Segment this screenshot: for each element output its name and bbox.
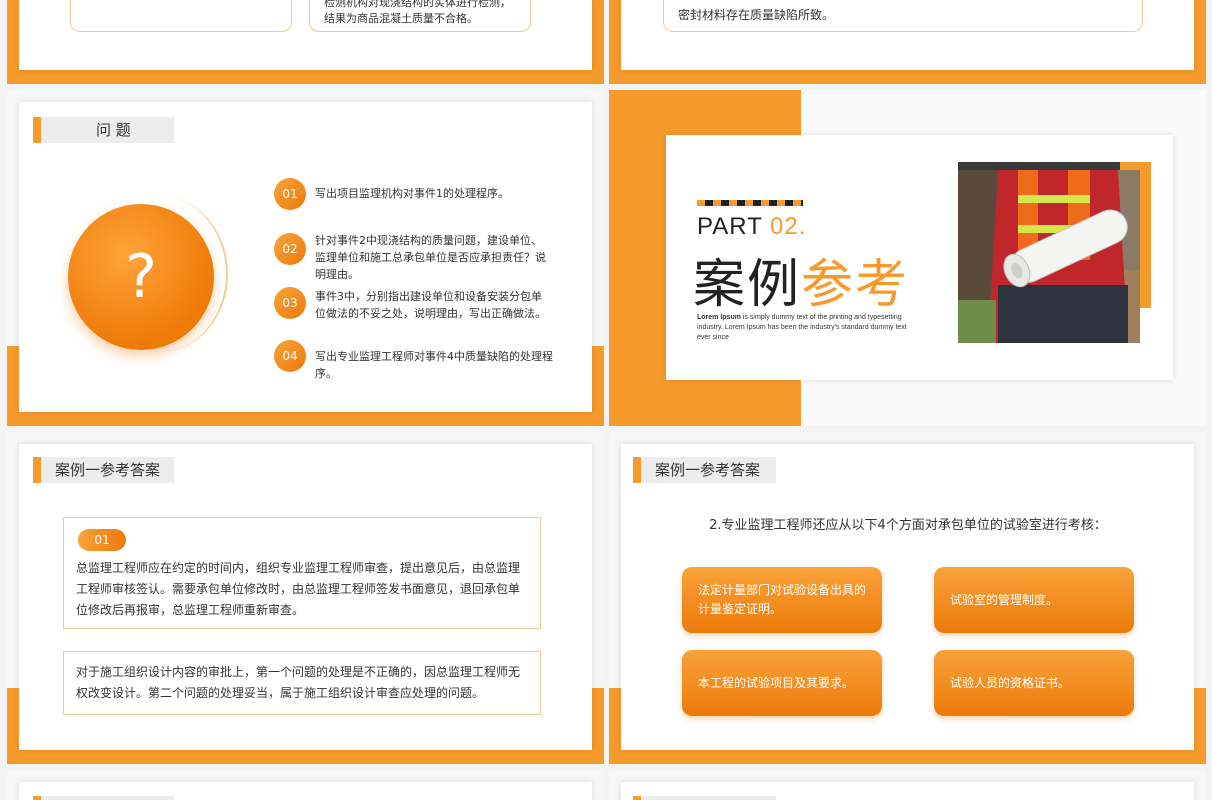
answer-para-1: 总监理工程师应在约定的时间内，组织专业监理工程师审查，提出意见后，由总监理工程师… bbox=[76, 561, 521, 617]
answer-tag-1: 案例一参考答案 bbox=[33, 457, 174, 483]
criteria-card-4-label: 试验人员的资格证书。 bbox=[950, 675, 1071, 690]
text-box-label: 密封材料存在质量缺陷所致。 bbox=[678, 8, 835, 22]
problem-text-1: 写出项目监理机构对事件1的处理程序。 bbox=[315, 187, 509, 200]
question-mark-icon: ? bbox=[68, 204, 214, 350]
slide-bottom-left[interactable] bbox=[7, 770, 604, 800]
criteria-card-2-label: 试验室的管理制度。 bbox=[950, 592, 1059, 607]
problem-num-3: 03 bbox=[274, 287, 306, 319]
answer-box-1: 01 总监理工程师应在约定的时间内，组织专业监理工程师审查，提出意见后，由总监理… bbox=[63, 517, 541, 629]
criteria-card-4: 试验人员的资格证书。 bbox=[934, 650, 1134, 716]
problem-text-3: 事件3中，分别指出建设单位和设备安装分包单位做法的不妥之处，说明理由，写出正确做… bbox=[315, 290, 546, 320]
criteria-card-3-label: 本工程的试验项目及其要求。 bbox=[698, 675, 855, 690]
text-box-left bbox=[70, 0, 292, 32]
problem-text-4: 写出专业监理工程师对事件4中质量缺陷的处理程序。 bbox=[315, 350, 553, 380]
problem-text-2: 针对事件2中现浇结构的质量问题，建设单位、监理单位和施工总承包单位是否应承担责任… bbox=[315, 234, 546, 281]
part-number: 02. bbox=[770, 213, 807, 240]
bottom-left-tag-stub bbox=[33, 796, 174, 800]
slide-bottom-right[interactable] bbox=[609, 770, 1206, 800]
section-title-light: 参考 bbox=[801, 255, 910, 315]
slide-top-left[interactable]: 检测机构对现浇结构的实体进行检测，结果为商品混凝土质量不合格。 bbox=[7, 0, 604, 84]
bottom-right-tag-stub bbox=[633, 796, 776, 800]
criteria-card-1: 法定计量部门对试验设备出具的计量鉴定证明。 bbox=[682, 567, 882, 633]
problem-num-4: 04 bbox=[274, 340, 306, 372]
answer-box-2: 对于施工组织设计内容的审批上，第一个问题的处理是不正确的，因总监理工程师无权改变… bbox=[63, 651, 541, 715]
lorem-paragraph: Lorem Ipsum is simply dummy text of the … bbox=[697, 313, 907, 343]
worker-illustration bbox=[958, 170, 1140, 343]
part-label: PART 02. bbox=[697, 213, 806, 241]
part-word: PART bbox=[697, 213, 763, 240]
section-title-dark: 案例 bbox=[693, 255, 802, 315]
worker-blueprint-photo bbox=[958, 170, 1140, 343]
answer-pill-01: 01 bbox=[78, 529, 126, 551]
problem-num-1: 01 bbox=[274, 178, 306, 210]
lorem-bold: Lorem Ipsum bbox=[697, 314, 741, 321]
criteria-card-3: 本工程的试验项目及其要求。 bbox=[682, 650, 882, 716]
answer-heading: 2.专业监理工程师还应从以下4个方面对承包单位的试验室进行考核： bbox=[709, 518, 1107, 533]
problem-tag: 问 题 bbox=[33, 117, 174, 143]
text-box-right-label: 检测机构对现浇结构的实体进行检测，结果为商品混凝土质量不合格。 bbox=[324, 0, 511, 25]
slide-top-right[interactable]: 密封材料存在质量缺陷所致。 bbox=[609, 0, 1206, 84]
section-title: 案例参考 bbox=[693, 242, 909, 317]
text-box-right: 检测机构对现浇结构的实体进行检测，结果为商品混凝土质量不合格。 bbox=[309, 0, 531, 32]
problem-num-2: 02 bbox=[274, 233, 306, 265]
criteria-card-1-label: 法定计量部门对试验设备出具的计量鉴定证明。 bbox=[698, 583, 867, 616]
slide-gallery: 检测机构对现浇结构的实体进行检测，结果为商品混凝土质量不合格。 密封材料存在质量… bbox=[0, 0, 1212, 800]
text-box: 密封材料存在质量缺陷所致。 bbox=[663, 0, 1143, 32]
answer-tag-2: 案例一参考答案 bbox=[633, 457, 776, 483]
stripe-decoration bbox=[697, 200, 803, 206]
answer-para-2: 对于施工组织设计内容的审批上，第一个问题的处理是不正确的，因总监理工程师无权改变… bbox=[76, 665, 521, 700]
photo-frame-dark bbox=[958, 162, 1120, 170]
criteria-card-2: 试验室的管理制度。 bbox=[934, 567, 1134, 633]
